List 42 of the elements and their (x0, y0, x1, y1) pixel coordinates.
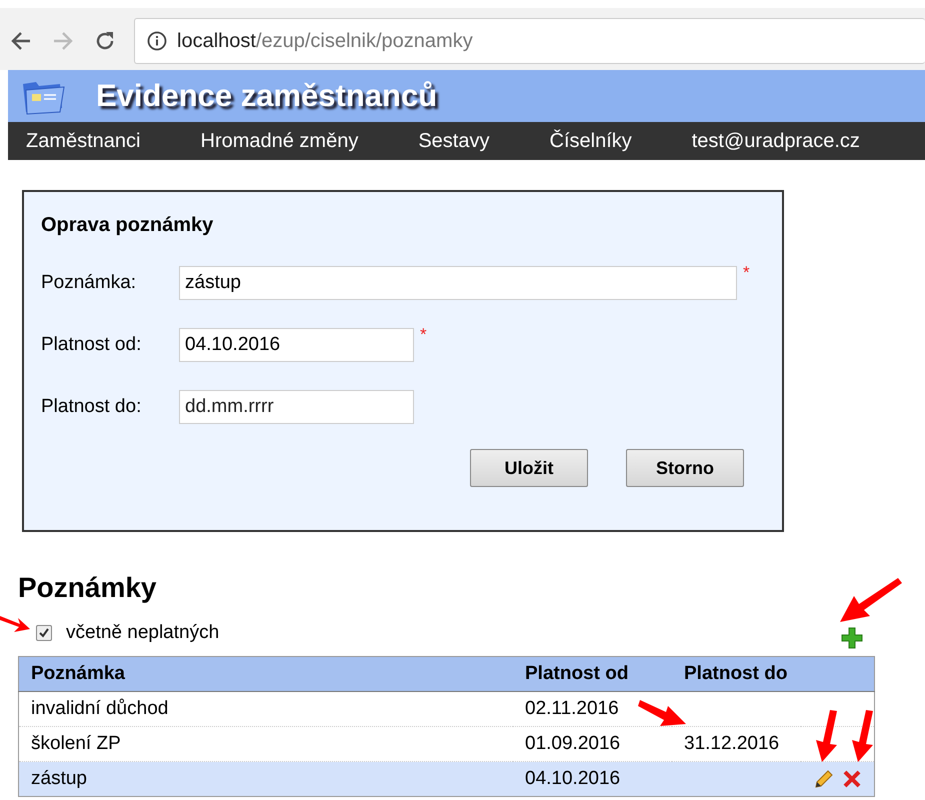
column-header: Platnost od (513, 656, 672, 692)
table-cell: zástup (31, 768, 87, 789)
annotation-arrow (814, 710, 838, 762)
cancel-button[interactable]: Storno (626, 449, 744, 487)
table-cell: školení ZP (31, 733, 121, 754)
add-icon[interactable] (841, 627, 863, 649)
checkbox-label: včetně neplatných (66, 622, 220, 644)
column-header: Poznámka (18, 656, 513, 692)
required-mark: * (420, 325, 427, 345)
annotation-arrow (850, 710, 874, 762)
text-field[interactable]: zástup (179, 266, 737, 300)
column-header: Platnost do (672, 656, 802, 692)
annotation-arrow (638, 698, 688, 728)
table-cell: 04.10.2016 (525, 768, 620, 789)
required-mark: * (743, 263, 750, 283)
save-button[interactable]: Uložit (470, 449, 588, 487)
nav-link[interactable]: Sestavy (418, 130, 490, 152)
form-title: Oprava poznámky (41, 214, 214, 237)
nav-link[interactable]: Číselníky (550, 130, 632, 152)
app-title: Evidence zaměstnanců (96, 78, 438, 114)
field-label: Poznámka: (41, 272, 138, 294)
edit-icon[interactable] (814, 769, 834, 789)
field-label: Platnost od: (41, 334, 142, 356)
table-cell: 02.11.2016 (525, 698, 619, 719)
delete-icon[interactable] (842, 769, 862, 789)
nav-link[interactable]: Zaměstnanci (26, 130, 140, 152)
checkbox[interactable] (36, 625, 52, 641)
annotation-arrow (838, 576, 902, 624)
date-field[interactable]: 04.10.2016 (179, 328, 414, 362)
nav-link[interactable]: test@uradprace.cz (692, 130, 860, 152)
table-cell: 31.12.2016 (684, 733, 780, 754)
table-cell: invalidní důchod (31, 698, 168, 719)
address-bar[interactable]: localhost/ezup/ciselnik/poznamky (134, 18, 925, 64)
nav-link[interactable]: Hromadné změny (200, 130, 358, 152)
date-field[interactable]: dd.mm.rrrr (179, 390, 414, 424)
back-icon[interactable] (10, 30, 32, 52)
table-cell: 01.09.2016 (525, 733, 620, 754)
field-label: Platnost do: (41, 396, 142, 418)
url-text: localhost/ezup/ciselnik/poznamky (177, 30, 473, 52)
reload-icon[interactable] (94, 30, 116, 52)
section-title: Poznámky (18, 572, 158, 604)
info-icon[interactable] (147, 31, 167, 51)
